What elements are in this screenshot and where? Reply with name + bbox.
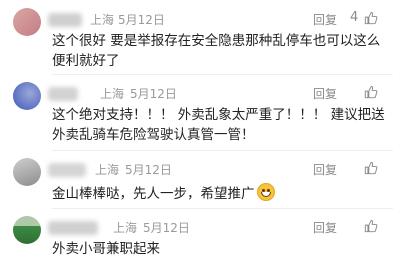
divider [52, 150, 393, 151]
reply-button[interactable]: 回复 [313, 85, 337, 102]
thumbs-up-icon[interactable] [364, 85, 378, 99]
comment-location: 上海 [90, 13, 115, 27]
comment-date: 5月12日 [118, 13, 165, 27]
thumbs-up-icon[interactable] [364, 161, 378, 175]
divider [52, 74, 393, 75]
comment-text: 金山棒棒哒，先人一步，希望推广 [52, 183, 388, 204]
comment-text: 这个很好 要是举报存在安全隐患那种乱停车也可以这么便利就好了 [52, 33, 381, 69]
thumbs-up-icon[interactable] [364, 11, 378, 25]
avatar[interactable] [13, 158, 41, 186]
comment-text-content: 金山棒棒哒，先人一步，希望推广 [52, 186, 255, 202]
comment-text: 外卖小哥兼职起来 [52, 241, 160, 257]
reply-button[interactable]: 回复 [313, 161, 337, 178]
reply-button[interactable]: 回复 [313, 219, 337, 236]
avatar[interactable] [13, 82, 41, 110]
comment-date: 5月12日 [143, 221, 190, 235]
comment-date: 5月12日 [125, 163, 172, 177]
username-blurred[interactable] [48, 13, 82, 27]
avatar[interactable] [13, 8, 41, 36]
comment-date: 5月12日 [130, 87, 177, 101]
comment-location: 上海 [95, 163, 120, 177]
like-count: 4 [350, 10, 359, 25]
comment-location: 上海 [100, 87, 125, 101]
reply-button[interactable]: 回复 [313, 11, 337, 28]
comment-location: 上海 [113, 221, 138, 235]
username-blurred[interactable] [48, 163, 86, 177]
username-blurred[interactable] [48, 221, 98, 235]
divider [52, 208, 393, 209]
thumbs-up-icon[interactable] [364, 219, 378, 233]
comment-text: 这个绝对支持！！！ 外卖乱象太严重了！！！ 建议把送外卖乱骑车危险驾驶认真管一管… [52, 107, 385, 143]
avatar[interactable] [13, 216, 41, 244]
username-blurred[interactable] [48, 87, 78, 101]
grinning-face-emoji-icon [256, 183, 275, 201]
